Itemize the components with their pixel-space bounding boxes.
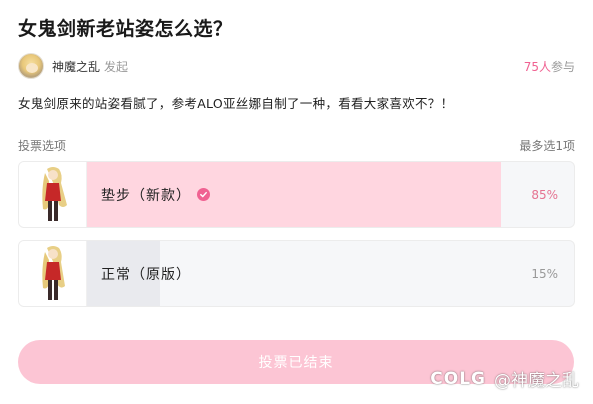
participant-suffix: 参与 bbox=[550, 59, 575, 74]
character-thumbnail bbox=[19, 162, 87, 227]
poll-option-percent: 85% bbox=[531, 187, 558, 202]
author-action: 发起 bbox=[104, 59, 129, 74]
post-description: 女鬼剑原来的站姿看腻了，参考ALO亚丝娜自制了一种，看看大家喜欢不？！ bbox=[18, 96, 454, 111]
option-text: 垫步（新款） bbox=[101, 187, 191, 204]
check-icon bbox=[197, 188, 210, 201]
poll-header: 投票选项 最多选1项 bbox=[18, 137, 575, 154]
author-name[interactable]: 神魔之乱 bbox=[52, 58, 100, 75]
participant-count: 75人参与 bbox=[524, 58, 575, 75]
watermark-text: @神魔之乱 bbox=[494, 371, 579, 391]
colg-logo: COLG bbox=[430, 368, 486, 389]
option-text: 正常（原版） bbox=[101, 266, 191, 283]
character-thumbnail bbox=[19, 241, 87, 306]
poll-option-2[interactable]: 正常（原版） 15% bbox=[18, 240, 575, 307]
watermark: COLG @神魔之乱 bbox=[430, 366, 579, 392]
author-row: 神魔之乱 发起 75人参与 bbox=[18, 52, 575, 80]
poll-option-label: 正常（原版） bbox=[101, 241, 191, 306]
poll-option-label: 垫步（新款） bbox=[101, 162, 210, 227]
poll-options-label: 投票选项 bbox=[18, 139, 67, 153]
post-title: 女鬼剑新老站姿怎么选？ bbox=[18, 18, 233, 40]
participant-number: 75人 bbox=[523, 59, 551, 74]
avatar[interactable] bbox=[18, 53, 44, 79]
poll-option-percent: 15% bbox=[531, 266, 558, 281]
poll-option-1[interactable]: 垫步（新款） 85% bbox=[18, 161, 575, 228]
poll-max-choice: 最多选1项 bbox=[519, 139, 575, 153]
